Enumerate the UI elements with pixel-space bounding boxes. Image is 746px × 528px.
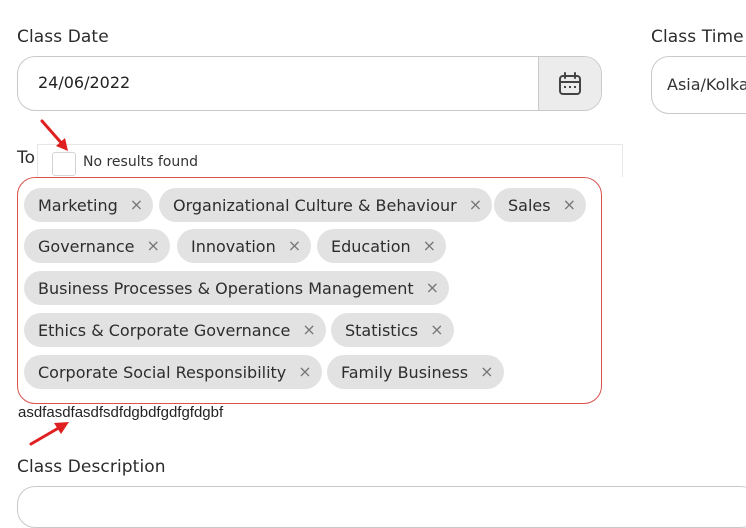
calendar-icon: [559, 71, 581, 95]
remove-tag-icon[interactable]: ×: [147, 238, 160, 254]
tag-chip: Governance ×: [24, 229, 170, 263]
class-description-label: Class Description: [17, 457, 166, 477]
remove-tag-icon[interactable]: ×: [130, 197, 143, 213]
no-results-message: No results found: [83, 154, 198, 170]
tag-chip: Ethics & Corporate Governance ×: [24, 313, 326, 347]
remove-tag-icon[interactable]: ×: [426, 280, 439, 296]
class-description-field[interactable]: [17, 486, 746, 528]
class-time-label: Class Time: [651, 27, 744, 47]
tag-label: Corporate Social Responsibility: [38, 362, 287, 382]
class-date-value[interactable]: 24/06/2022: [38, 73, 130, 92]
topics-dropdown: No results found: [37, 144, 623, 177]
tag-label: Sales: [508, 195, 551, 215]
topics-label: To: [17, 148, 36, 168]
remove-tag-icon[interactable]: ×: [469, 197, 482, 213]
remove-tag-icon[interactable]: ×: [480, 364, 493, 380]
remove-tag-icon[interactable]: ×: [298, 364, 311, 380]
tag-chip: Corporate Social Responsibility ×: [24, 355, 322, 389]
tag-label: Governance: [38, 236, 135, 256]
tag-chip: Marketing ×: [24, 188, 154, 222]
remove-tag-icon[interactable]: ×: [430, 322, 443, 338]
tag-chip: Family Business ×: [327, 355, 504, 389]
class-date-field[interactable]: 24/06/2022: [17, 56, 602, 111]
tag-chip: Sales ×: [494, 188, 586, 222]
remove-tag-icon[interactable]: ×: [288, 238, 301, 254]
annotation-arrow-icon: [29, 422, 69, 446]
remove-tag-icon[interactable]: ×: [563, 197, 576, 213]
tag-chip: Education ×: [317, 229, 447, 263]
tag-label: Business Processes & Operations Manageme…: [38, 278, 414, 298]
tag-label: Ethics & Corporate Governance: [38, 320, 291, 340]
topics-tag-input[interactable]: Marketing × Organizational Culture & Beh…: [17, 177, 602, 404]
tag-label: Innovation: [191, 236, 276, 256]
tag-label: Organizational Culture & Behaviour: [173, 195, 457, 215]
tag-chip: Statistics ×: [331, 313, 454, 347]
timezone-value: Asia/Kolkata: [667, 75, 746, 94]
timezone-select[interactable]: Asia/Kolkata: [651, 56, 746, 114]
class-date-label: Class Date: [17, 27, 109, 47]
tag-chip: Organizational Culture & Behaviour ×: [159, 188, 493, 222]
remove-tag-icon[interactable]: ×: [423, 238, 436, 254]
date-picker-button[interactable]: [538, 57, 601, 110]
tag-label: Family Business: [341, 362, 469, 382]
tag-label: Statistics: [345, 320, 419, 340]
tag-chip: Innovation ×: [177, 229, 312, 263]
annotation-arrow-icon: [40, 119, 68, 151]
tag-label: Education: [331, 236, 411, 256]
tag-chip: Business Processes & Operations Manageme…: [24, 271, 450, 305]
tag-label: Marketing: [38, 195, 118, 215]
remove-tag-icon[interactable]: ×: [302, 322, 315, 338]
